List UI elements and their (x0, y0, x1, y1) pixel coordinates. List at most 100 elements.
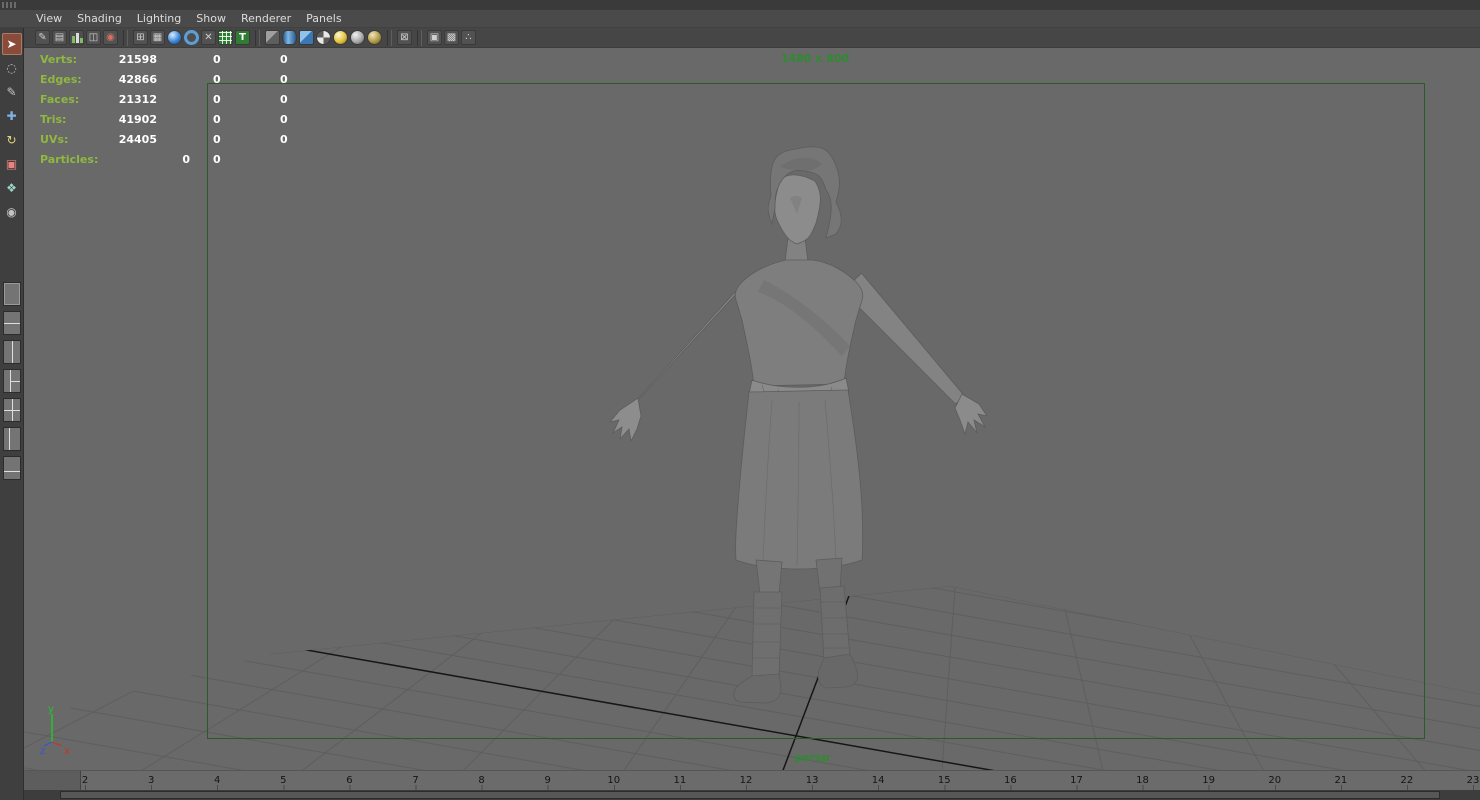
layout-outliner-persp[interactable] (2, 427, 21, 451)
grid-toggle-icon[interactable]: ⊞ (133, 30, 148, 45)
frame-number: 20 (1268, 775, 1282, 786)
hud-selected-value: 0 (213, 73, 221, 86)
camera-select-icon[interactable]: ◉ (103, 30, 118, 45)
x-axis-label: x (64, 746, 70, 757)
move-tool[interactable]: ✚ (2, 105, 22, 127)
hud-label: Particles: (40, 153, 99, 166)
layout-single-pane[interactable] (2, 282, 21, 306)
frame-number: 6 (346, 775, 353, 786)
frame-number: 4 (214, 775, 221, 786)
frame-number: 2 (81, 775, 89, 786)
smooth-shade-icon[interactable] (167, 30, 182, 45)
layout-buttons (2, 277, 21, 485)
hud-component-value: 0 (280, 113, 288, 126)
panels-menu[interactable]: Panels (306, 12, 341, 25)
select-tool[interactable]: ➤ (1, 33, 22, 55)
universal-manip-tool[interactable]: ❖ (2, 177, 22, 199)
frame-number: 15 (937, 775, 951, 786)
hud-row: UVs: 24405 0 0 (40, 130, 320, 150)
default-material-icon[interactable] (282, 30, 297, 45)
view-menu[interactable]: View (36, 12, 62, 25)
hud-label: UVs: (40, 133, 69, 146)
film-gate-icon[interactable]: ▤ (52, 30, 67, 45)
separator[interactable] (417, 29, 422, 46)
default-light-icon[interactable] (367, 30, 382, 45)
frame-number: 9 (544, 775, 551, 786)
hud-total-value: 0 (182, 153, 190, 166)
hud-label: Edges: (40, 73, 82, 86)
rotate-tool[interactable]: ↻ (2, 129, 22, 151)
grease-pencil-icon[interactable]: ✎ (35, 30, 50, 45)
tool-box: ➤ ◌ ✎ ✚ ↻ ▣ ❖ ◉ (0, 28, 24, 800)
camera-name-label: persp (794, 751, 830, 764)
range-slider[interactable] (24, 790, 1480, 800)
safe-title-icon[interactable]: ◫ (86, 30, 101, 45)
layout-four-panes[interactable] (2, 398, 21, 422)
shaded-cube-icon[interactable] (299, 30, 314, 45)
hud-component-value: 0 (280, 73, 288, 86)
hud-component-value: 0 (280, 93, 288, 106)
frame-number: 11 (673, 775, 687, 786)
layout-persp-graph[interactable] (2, 456, 21, 480)
hud-row: Edges: 42866 0 0 (40, 70, 320, 90)
resolution-gate-label: 1480 x 800 (780, 52, 850, 65)
show-menu[interactable]: Show (196, 12, 226, 25)
layout-three-panes[interactable] (2, 369, 21, 393)
maya-window: View Shading Lighting Show Renderer Pane… (0, 0, 1480, 800)
frame-number: 12 (739, 775, 753, 786)
grid-display-icon[interactable] (218, 30, 233, 45)
separator[interactable] (255, 29, 260, 46)
scale-tool[interactable]: ▣ (2, 153, 22, 175)
xray-icon[interactable]: ✕ (201, 30, 216, 45)
drag-grip[interactable] (2, 2, 18, 8)
wire-on-shaded-icon[interactable] (265, 30, 280, 45)
film-gate-mask-icon[interactable]: ▦ (150, 30, 165, 45)
field-chart-icon[interactable] (69, 30, 84, 45)
hud-component-value: 0 (280, 53, 288, 66)
hud-total-value: 24405 (118, 133, 157, 146)
no-lights-icon[interactable] (350, 30, 365, 45)
perspective-viewport[interactable]: y x z Verts: 21598 0 0 Edges: 42866 0 0 … (24, 48, 1480, 770)
hud-selected-value: 0 (213, 113, 221, 126)
layout-two-panes-stacked[interactable] (2, 311, 21, 335)
frame-number: 18 (1136, 775, 1149, 786)
hud-selected-value: 0 (213, 53, 221, 66)
renderer-menu[interactable]: Renderer (241, 12, 291, 25)
hud-label: Faces: (40, 93, 80, 106)
frame-number: 7 (412, 775, 419, 786)
frame-number: 19 (1202, 775, 1215, 786)
z-axis-label: z (40, 746, 45, 757)
hud-label: Verts: (40, 53, 78, 66)
paint-select-tool[interactable]: ✎ (2, 81, 22, 103)
time-slider[interactable]: 2 3 4 5 6 7 8 9 10 11 12 13 14 15 16 17 … (24, 770, 1480, 790)
hud-total-value: 21598 (118, 53, 157, 66)
frame-number: 3 (147, 775, 155, 786)
share-view-icon[interactable]: ∴ (461, 30, 476, 45)
object-select-icon[interactable]: ⊠ (397, 30, 412, 45)
isolate-cube-icon[interactable]: ▣ (427, 30, 442, 45)
hud-component-value: 0 (280, 133, 288, 146)
frame-number: 22 (1400, 775, 1414, 786)
range-slider-bar[interactable] (60, 791, 1440, 799)
frame-number: 8 (478, 775, 485, 786)
shading-menu[interactable]: Shading (77, 12, 122, 25)
lighting-menu[interactable]: Lighting (137, 12, 181, 25)
wireframe-icon[interactable] (184, 30, 199, 45)
textured-icon[interactable]: T (235, 30, 250, 45)
tool-icons: ➤ ◌ ✎ ✚ ↻ ▣ ❖ ◉ (1, 31, 22, 225)
soft-mod-tool[interactable]: ◉ (2, 201, 22, 223)
separator[interactable] (387, 29, 392, 46)
hud-selected-value: 0 (213, 133, 221, 146)
layout-two-panes-side[interactable] (2, 340, 21, 364)
panel-toolbar: ✎ ▤ ◫ ◉ ⊞ ▦ ✕ T ⊠ ▣ ▩ ∴ (24, 28, 1480, 48)
frame-number: 23 (1466, 775, 1480, 786)
lasso-tool[interactable]: ◌ (2, 57, 22, 79)
hud-total-value: 42866 (118, 73, 157, 86)
all-lights-icon[interactable] (333, 30, 348, 45)
hud-selected-value: 0 (213, 153, 221, 166)
textured-sphere-icon[interactable] (316, 30, 331, 45)
y-axis-label: y (48, 704, 54, 715)
separator[interactable] (123, 29, 128, 46)
subset-cube-icon[interactable]: ▩ (444, 30, 459, 45)
panel-menubar: View Shading Lighting Show Renderer Pane… (0, 10, 1480, 28)
